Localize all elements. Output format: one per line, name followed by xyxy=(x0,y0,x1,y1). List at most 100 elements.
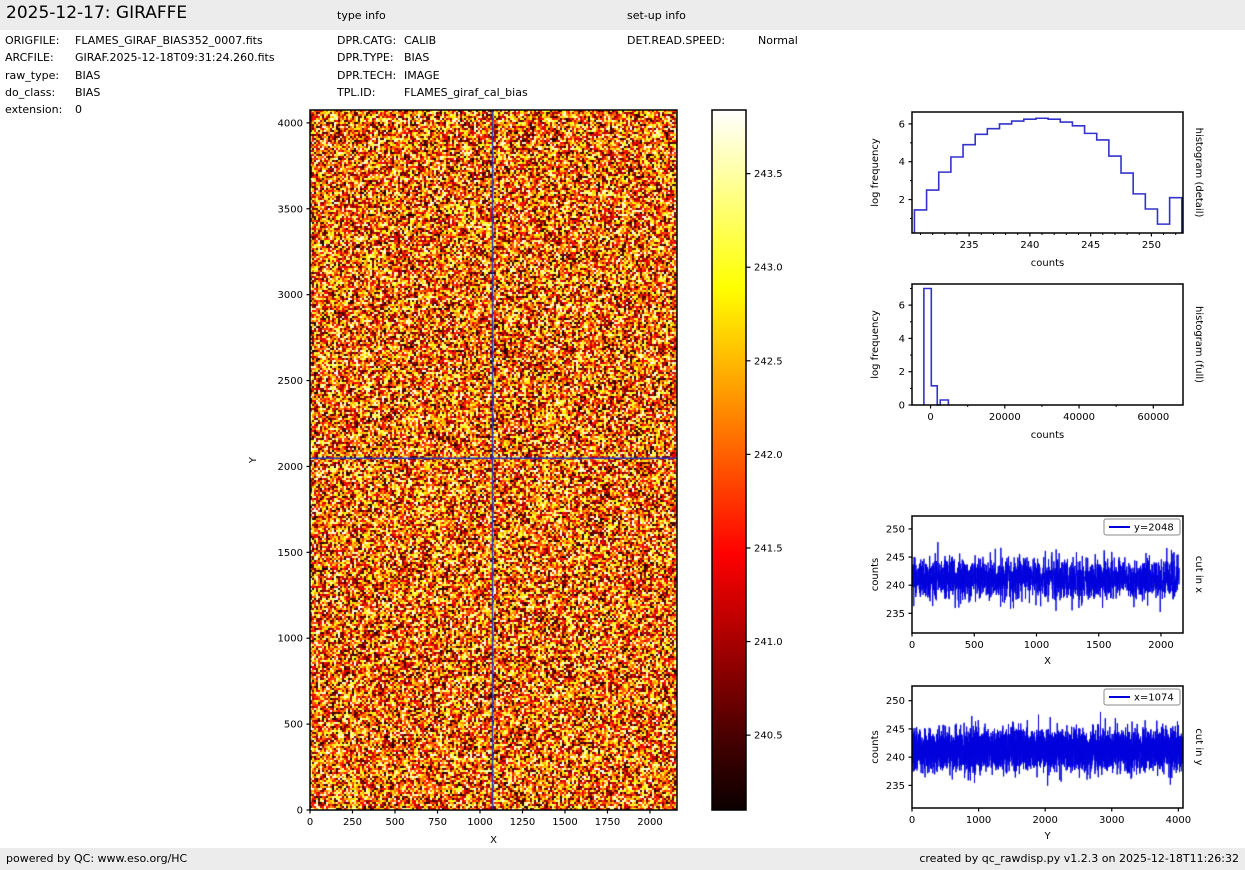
y-tick-label: 235 xyxy=(886,781,905,792)
y-tick-label: 250 xyxy=(886,696,905,707)
x-axis-label: X xyxy=(1044,656,1051,667)
y-axis-label: counts xyxy=(870,558,881,591)
y-tick-label: 240 xyxy=(886,581,905,592)
y-axis-label: Y xyxy=(248,456,259,464)
x-tick-label: 250 xyxy=(343,817,362,828)
x-tick-label: 0 xyxy=(909,640,915,651)
right-axis-label: histogram (full) xyxy=(1193,306,1204,383)
meta-row: ORIGFILE: FLAMES_GIRAF_BIAS352_0007.fits xyxy=(5,32,275,49)
y-tick-label: 1000 xyxy=(278,634,303,645)
meta-label: ARCFILE: xyxy=(5,51,54,65)
y-tick-label: 1500 xyxy=(278,548,303,559)
colorbar-tick-label: 240.5 xyxy=(754,731,783,742)
meta-value: IMAGE xyxy=(404,68,440,82)
meta-value: GIRAF.2025-12-18T09:31:24.260.fits xyxy=(75,51,275,65)
y-tick-label: 250 xyxy=(886,524,905,535)
meta-row: TPL.ID: FLAMES_giraf_cal_bias xyxy=(337,84,528,101)
meta-label: DPR.CATG: xyxy=(337,34,397,48)
meta-row: DPR.TYPE: BIAS xyxy=(337,49,528,66)
y-tick-label: 500 xyxy=(284,720,303,731)
right-axis-label: histogram (detail) xyxy=(1193,128,1204,218)
meta-row: ARCFILE: GIRAF.2025-12-18T09:31:24.260.fi… xyxy=(5,49,275,66)
meta-label: DPR.TYPE: xyxy=(337,51,394,65)
y-tick-label: 4000 xyxy=(278,118,303,129)
x-axis-label: counts xyxy=(1031,430,1064,441)
y-tick-label: 245 xyxy=(886,724,905,735)
meta-label: do_class: xyxy=(5,86,56,100)
x-tick-label: 2000 xyxy=(1148,640,1173,651)
cut-in-x-canvas xyxy=(912,516,1183,633)
type-info-block: DPR.CATG: CALIB DPR.TYPE: BIAS DPR.TECH: IMAG… xyxy=(337,32,528,101)
y-tick-label: 2500 xyxy=(278,376,303,387)
x-axis-label: X xyxy=(490,835,497,846)
colorbar-tick-label: 242.0 xyxy=(754,450,783,461)
y-tick-label: 2 xyxy=(899,367,905,378)
y-tick-label: 0 xyxy=(899,401,905,412)
y-axis-label: log frequency xyxy=(870,138,881,207)
meta-label: ORIGFILE: xyxy=(5,34,60,48)
y-tick-label: 6 xyxy=(899,301,905,312)
plot-frame xyxy=(911,111,1184,234)
meta-value: BIAS xyxy=(404,51,430,65)
colorbar-tick-label: 241.5 xyxy=(754,543,783,554)
x-tick-label: 20000 xyxy=(989,412,1021,423)
y-tick-label: 2 xyxy=(899,195,905,206)
setup-info-heading: set-up info xyxy=(627,9,686,22)
x-tick-label: 1000 xyxy=(966,815,991,826)
x-tick-label: 3000 xyxy=(1099,815,1124,826)
meta-row: DET.READ.SPEED: Normal xyxy=(627,32,798,49)
footer-right-text: created by qc_rawdisp.py v1.2.3 on 2025-… xyxy=(919,852,1239,865)
y-tick-label: 235 xyxy=(886,609,905,620)
x-tick-label: 2000 xyxy=(637,817,662,828)
meta-value: BIAS xyxy=(75,68,101,82)
setup-info-block: DET.READ.SPEED: Normal xyxy=(627,32,798,49)
histogram-detail-line xyxy=(913,117,1183,233)
meta-value: Normal xyxy=(758,34,798,48)
plot-frame xyxy=(911,283,1184,406)
y-tick-label: 4 xyxy=(899,334,905,345)
right-axis-label: cut in x xyxy=(1193,556,1204,593)
x-tick-label: 750 xyxy=(428,817,447,828)
meta-row: do_class: BIAS xyxy=(5,84,275,101)
meta-label: DPR.TECH: xyxy=(337,68,397,82)
y-tick-label: 240 xyxy=(886,753,905,764)
meta-value: BIAS xyxy=(75,86,101,100)
y-tick-label: 3000 xyxy=(278,290,303,301)
x-tick-label: 1000 xyxy=(1024,640,1049,651)
meta-value: FLAMES_giraf_cal_bias xyxy=(404,86,528,100)
meta-row: DPR.TECH: IMAGE xyxy=(337,67,528,84)
histogram-full-line xyxy=(923,287,950,406)
x-tick-label: 0 xyxy=(909,815,915,826)
qc-report-page: 2025-12-17: GIRAFFE type info set-up inf… xyxy=(0,0,1245,870)
meta-label: DET.READ.SPEED: xyxy=(627,34,726,48)
y-tick-label: 3500 xyxy=(278,204,303,215)
colorbar-tick-label: 242.5 xyxy=(754,356,783,367)
colorbar-tick-label: 243.5 xyxy=(754,169,783,180)
y-tick-label: 245 xyxy=(886,553,905,564)
colorbar-tick-label: 243.0 xyxy=(754,263,783,274)
x-tick-label: 1750 xyxy=(595,817,620,828)
x-tick-label: 60000 xyxy=(1137,412,1169,423)
colorbar-gradient xyxy=(712,110,746,810)
x-tick-label: 0 xyxy=(927,412,933,423)
colorbar-tick-label: 241.0 xyxy=(754,637,783,648)
x-tick-label: 0 xyxy=(307,817,313,828)
meta-value: 0 xyxy=(75,103,82,117)
meta-value: CALIB xyxy=(404,34,437,48)
title-bar: 2025-12-17: GIRAFFE type info set-up inf… xyxy=(0,0,1245,30)
y-tick-label: 2000 xyxy=(278,462,303,473)
x-tick-label: 235 xyxy=(960,240,979,251)
x-tick-label: 1250 xyxy=(510,817,535,828)
meta-value: FLAMES_GIRAF_BIAS352_0007.fits xyxy=(75,34,263,48)
x-tick-label: 40000 xyxy=(1063,412,1095,423)
type-info-heading: type info xyxy=(337,9,386,22)
x-tick-label: 500 xyxy=(385,817,404,828)
meta-row: DPR.CATG: CALIB xyxy=(337,32,528,49)
meta-row: extension: 0 xyxy=(5,101,275,118)
y-axis-label: counts xyxy=(870,730,881,763)
x-axis-label: Y xyxy=(1043,831,1051,842)
x-tick-label: 1500 xyxy=(552,817,577,828)
x-tick-label: 245 xyxy=(1081,240,1100,251)
meta-label: raw_type: xyxy=(5,68,60,82)
x-tick-label: 240 xyxy=(1020,240,1039,251)
